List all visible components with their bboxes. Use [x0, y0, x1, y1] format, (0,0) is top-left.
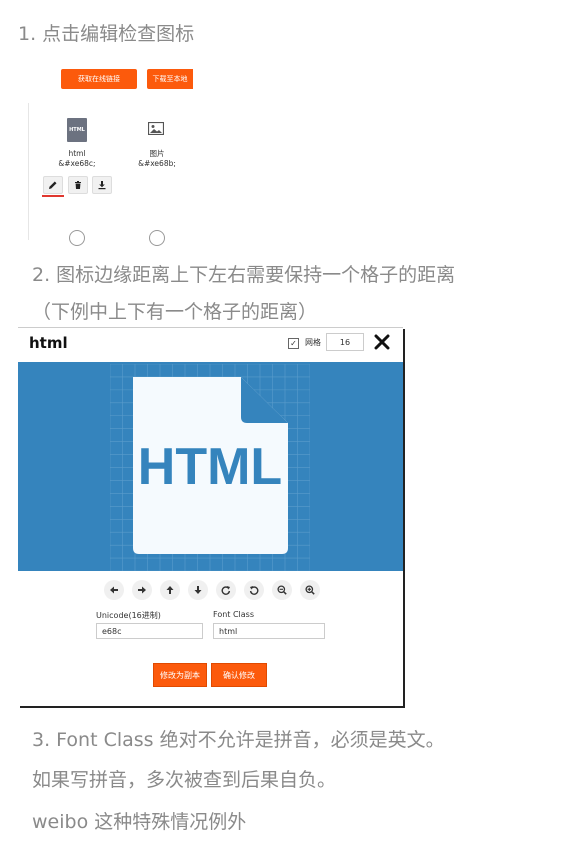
- rotate-ccw-button[interactable]: [244, 580, 264, 600]
- step-1-text: 1. 点击编辑检查图标: [18, 23, 195, 45]
- divider: [28, 103, 29, 240]
- html-file-icon[interactable]: HTML: [67, 118, 87, 142]
- save-as-copy-button[interactable]: 修改为副本: [153, 663, 207, 687]
- step-3-exception: weibo 这种特殊情况例外: [32, 811, 247, 833]
- arrow-left-icon: [110, 586, 118, 594]
- icon-code-html: &#xe68c;: [58, 159, 96, 168]
- edit-icon: [49, 181, 57, 189]
- edit-icon-dialog: html ✓ 网格 HTML Unicode(16进制) Font Class: [18, 327, 403, 706]
- grid-checkbox[interactable]: ✓: [288, 338, 299, 349]
- font-class-input[interactable]: [213, 623, 325, 639]
- unicode-input[interactable]: [96, 623, 203, 639]
- html-glyph-text: HTML: [138, 438, 282, 496]
- step-2-text: 2. 图标边缘距离上下左右需要保持一个格子的距离: [32, 264, 456, 286]
- image-icon[interactable]: [148, 122, 164, 135]
- zoom-out-icon: [277, 585, 287, 595]
- icon-code-image: &#xe68b;: [138, 159, 176, 168]
- unicode-label: Unicode(16进制): [96, 611, 161, 620]
- arrow-up-icon: [166, 586, 174, 594]
- rotate-ccw-icon: [249, 586, 259, 595]
- dialog-title: html: [29, 334, 68, 352]
- delete-icon-button[interactable]: [68, 176, 88, 194]
- grid-label: 网格: [305, 338, 321, 347]
- close-icon[interactable]: [373, 333, 391, 351]
- icon-name-image: 图片: [149, 149, 165, 158]
- grid-size-input[interactable]: [326, 333, 364, 351]
- get-online-link-button[interactable]: 获取在线链接: [61, 69, 137, 89]
- move-up-button[interactable]: [160, 580, 180, 600]
- move-left-button[interactable]: [104, 580, 124, 600]
- download-local-button[interactable]: 下载至本地: [147, 69, 193, 89]
- rotate-cw-icon: [221, 586, 231, 595]
- download-icon: [98, 181, 106, 190]
- zoom-in-button[interactable]: [300, 580, 320, 600]
- step-3-text: 3. Font Class 绝对不允许是拼音，必须是英文。: [32, 729, 445, 751]
- move-down-button[interactable]: [188, 580, 208, 600]
- move-right-button[interactable]: [132, 580, 152, 600]
- icon-name-html: html: [68, 149, 86, 158]
- font-class-label: Font Class: [213, 610, 255, 619]
- partial-icon: [149, 230, 165, 246]
- edit-icon-button[interactable]: [43, 176, 63, 194]
- arrow-right-icon: [138, 586, 146, 594]
- arrow-down-icon: [194, 586, 202, 594]
- step-3-warning: 如果写拼音，多次被查到后果自负。: [32, 769, 337, 791]
- confirm-edit-button[interactable]: 确认修改: [211, 663, 267, 687]
- icon-preview-grid: HTML: [110, 364, 310, 571]
- download-icon-button[interactable]: [92, 176, 112, 194]
- partial-icon: [69, 230, 85, 246]
- edit-highlight-underline: [42, 195, 64, 197]
- rotate-cw-button[interactable]: [216, 580, 236, 600]
- zoom-in-icon: [305, 585, 315, 595]
- step-2-note: （下例中上下有一个格子的距离）: [32, 301, 318, 323]
- zoom-out-button[interactable]: [272, 580, 292, 600]
- trash-icon: [75, 181, 81, 189]
